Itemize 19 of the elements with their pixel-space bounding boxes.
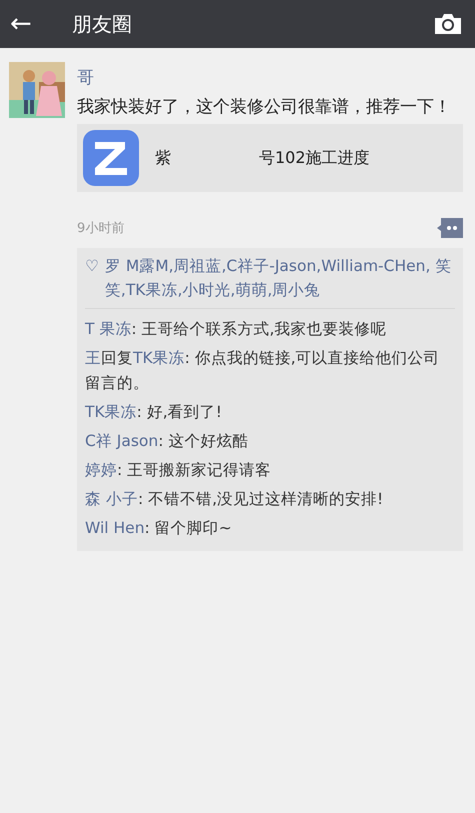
- comment-menu-icon[interactable]: [437, 218, 463, 238]
- comment[interactable]: T 果冻: 王哥给个联系方式,我家也要装修呢: [85, 317, 455, 342]
- heart-icon: ♡: [85, 254, 99, 278]
- comment[interactable]: C祥 Jason: 这个好炫酷: [85, 429, 455, 454]
- comment[interactable]: Wil Hen: 留个脚印~: [85, 516, 455, 541]
- comment[interactable]: TK果冻: 好,看到了!: [85, 400, 455, 425]
- logo-icon: [83, 130, 139, 186]
- comment[interactable]: 王回复TK果冻: 你点我的链接,可以直接给他们公司留言的。: [85, 346, 455, 396]
- comment[interactable]: 婷婷: 王哥搬新家记得请客: [85, 458, 455, 483]
- page-title: 朋友圈: [71, 10, 133, 38]
- post-time: 9小时前: [77, 220, 124, 237]
- comment[interactable]: 森 小子: 不错不错,没见过这样清晰的安排!: [85, 487, 455, 512]
- author-name[interactable]: 哥: [77, 66, 463, 89]
- link-card[interactable]: 紫 号102施工进度: [77, 124, 463, 192]
- like-names: 罗 M露M,周祖蓝,C祥子-Jason,William-CHen, 笑笑,TK果冻,小时光,萌萌,周小兔: [104, 256, 452, 301]
- post-text: 我家快装好了，这个装修公司很靠谱，推荐一下！: [77, 96, 452, 119]
- link-title: 紫 号102施工进度: [155, 148, 370, 168]
- camera-icon[interactable]: [433, 12, 463, 36]
- back-button[interactable]: ←: [10, 9, 50, 39]
